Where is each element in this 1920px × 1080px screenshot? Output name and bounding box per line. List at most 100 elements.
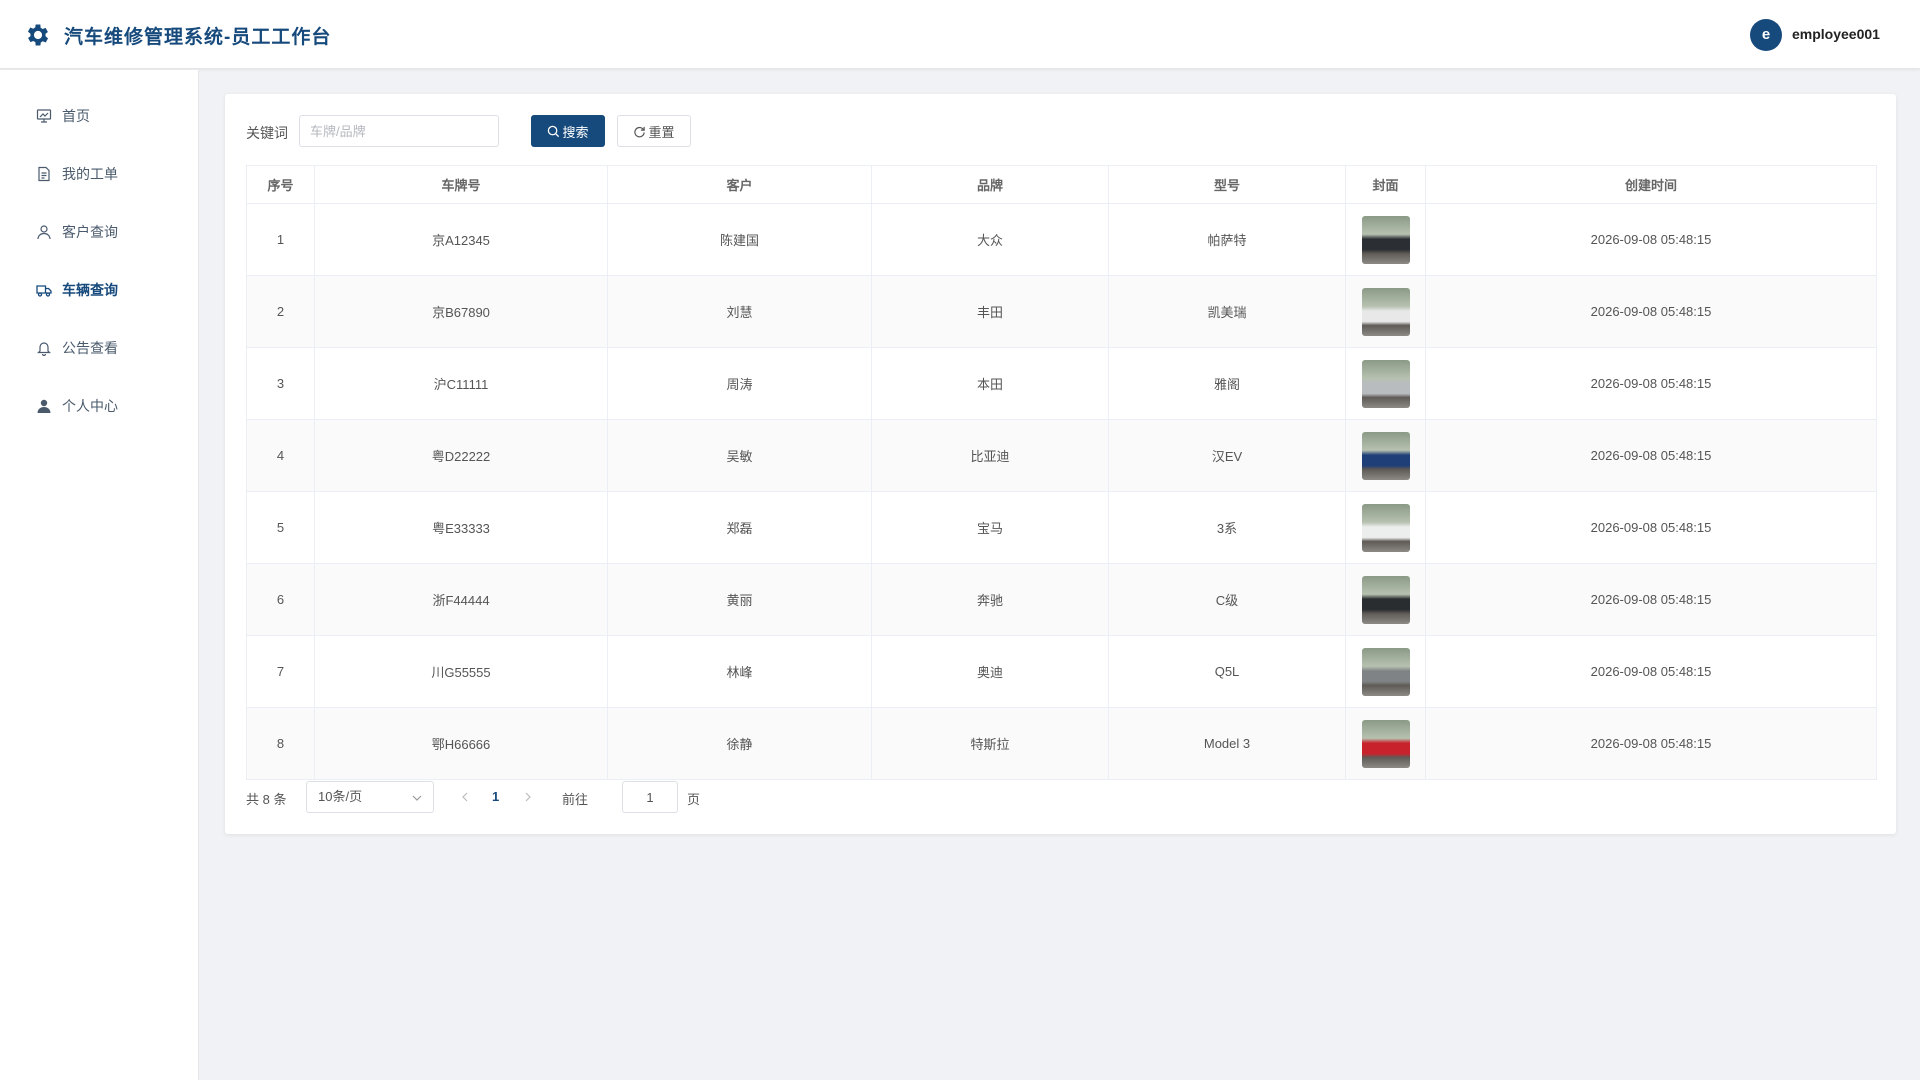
cell-model: 帕萨特 <box>1108 203 1346 276</box>
page-number-current[interactable]: 1 <box>492 789 499 804</box>
truck-icon <box>36 285 52 297</box>
cell-plate: 浙F44444 <box>314 563 608 636</box>
cell-brand: 特斯拉 <box>871 707 1109 780</box>
cell-index: 7 <box>246 635 315 708</box>
cell-created: 2026-09-08 05:48:15 <box>1425 419 1877 492</box>
goto-label: 前往 <box>562 792 589 807</box>
cell-brand: 奔驰 <box>871 563 1109 636</box>
sidebar-item-profile[interactable]: 个人中心 <box>0 386 199 426</box>
cell-model: 雅阁 <box>1108 347 1346 420</box>
table-row: 3 沪C11111 周涛 本田 雅阁 2026-09-08 05:48:15 <box>246 347 1877 420</box>
car-cover-image[interactable] <box>1361 287 1410 336</box>
cell-created: 2026-09-08 05:48:15 <box>1425 635 1877 708</box>
table-row: 7 川G55555 林峰 奥迪 Q5L 2026-09-08 05:48:15 <box>246 635 1877 708</box>
dashboard-icon <box>36 109 52 123</box>
keyword-input[interactable] <box>299 115 499 147</box>
cell-cover <box>1345 491 1426 564</box>
username[interactable]: employee001 <box>1792 26 1880 42</box>
cell-brand: 大众 <box>871 203 1109 276</box>
car-cover-image[interactable] <box>1361 647 1410 696</box>
car-cover-image[interactable] <box>1361 215 1410 264</box>
cell-brand: 奥迪 <box>871 635 1109 708</box>
sidebar-item-customers[interactable]: 客户查询 <box>0 212 199 252</box>
sidebar-item-label: 个人中心 <box>62 398 118 414</box>
person-icon <box>37 399 51 413</box>
sidebar-item-label: 公告查看 <box>62 340 118 356</box>
gear-icon <box>27 24 49 46</box>
sidebar-item-label: 车辆查询 <box>62 282 118 298</box>
bell-icon <box>37 342 51 356</box>
cell-customer: 陈建国 <box>607 203 872 276</box>
cell-cover <box>1345 419 1426 492</box>
sidebar-item-home[interactable]: 首页 <box>0 96 199 136</box>
cell-created: 2026-09-08 05:48:15 <box>1425 203 1877 276</box>
cell-plate: 鄂H66666 <box>314 707 608 780</box>
cell-customer: 周涛 <box>607 347 872 420</box>
car-cover-image[interactable] <box>1361 575 1410 624</box>
column-header-model: 型号 <box>1108 165 1346 204</box>
table-row: 1 京A12345 陈建国 大众 帕萨特 2026-09-08 05:48:15 <box>246 203 1877 276</box>
cell-cover <box>1345 203 1426 276</box>
column-header-created: 创建时间 <box>1425 165 1877 204</box>
column-header-cover: 封面 <box>1345 165 1426 204</box>
car-cover-image[interactable] <box>1361 503 1410 552</box>
table-row: 8 鄂H66666 徐静 特斯拉 Model 3 2026-09-08 05:48:15 <box>246 707 1877 780</box>
car-cover-image[interactable] <box>1361 359 1410 408</box>
chevron-left-icon[interactable] <box>459 791 471 803</box>
cell-brand: 宝马 <box>871 491 1109 564</box>
cell-customer: 黄丽 <box>607 563 872 636</box>
cell-plate: 京B67890 <box>314 275 608 348</box>
table-row: 2 京B67890 刘慧 丰田 凯美瑞 2026-09-08 05:48:15 <box>246 275 1877 348</box>
column-header-customer: 客户 <box>607 165 872 204</box>
cell-created: 2026-09-08 05:48:15 <box>1425 563 1877 636</box>
car-cover-image[interactable] <box>1361 431 1410 480</box>
cell-created: 2026-09-08 05:48:15 <box>1425 491 1877 564</box>
cell-cover <box>1345 275 1426 348</box>
sidebar-item-label: 客户查询 <box>62 224 118 240</box>
vehicle-list-card: 关键词 搜索 重置 序号 车牌号 客户 品牌 型号 封面 创建时间 <box>225 94 1896 834</box>
search-button-label: 搜索 <box>562 124 589 140</box>
search-icon <box>548 125 560 137</box>
table-row: 5 粤E33333 郑磊 宝马 3系 2026-09-08 05:48:15 <box>246 491 1877 564</box>
car-cover-image[interactable] <box>1361 719 1410 768</box>
chevron-right-icon[interactable] <box>522 791 534 803</box>
sidebar: 首页 我的工单 客户查询 车辆查询 公告查看 个人中心 <box>0 70 199 1080</box>
user-icon <box>37 225 51 240</box>
reset-button[interactable]: 重置 <box>617 115 691 147</box>
document-icon <box>38 166 50 182</box>
cell-model: 凯美瑞 <box>1108 275 1346 348</box>
cell-plate: 粤E33333 <box>314 491 608 564</box>
cell-created: 2026-09-08 05:48:15 <box>1425 707 1877 780</box>
avatar[interactable]: e <box>1750 19 1782 51</box>
page-size-select[interactable]: 10条/页 <box>306 781 434 813</box>
goto-page-input[interactable] <box>622 781 678 813</box>
goto-suffix: 页 <box>687 792 701 807</box>
cell-cover <box>1345 347 1426 420</box>
cell-index: 6 <box>246 563 315 636</box>
cell-customer: 吴敏 <box>607 419 872 492</box>
cell-cover <box>1345 563 1426 636</box>
cell-plate: 川G55555 <box>314 635 608 708</box>
reset-button-label: 重置 <box>648 124 675 140</box>
cell-model: Q5L <box>1108 635 1346 708</box>
sidebar-item-notices[interactable]: 公告查看 <box>0 328 199 368</box>
chevron-down-icon <box>412 795 422 801</box>
top-header: 汽车维修管理系统-员工工作台 e employee001 <box>0 0 1920 69</box>
cell-customer: 郑磊 <box>607 491 872 564</box>
sidebar-item-label: 首页 <box>62 108 90 124</box>
column-header-index: 序号 <box>246 165 315 204</box>
column-header-brand: 品牌 <box>871 165 1109 204</box>
vehicle-table: 序号 车牌号 客户 品牌 型号 封面 创建时间 1 京A12345 陈建国 大众 帕萨特… <box>246 165 1877 780</box>
cell-model: 汉EV <box>1108 419 1346 492</box>
app-title: 汽车维修管理系统-员工工作台 <box>64 27 332 48</box>
cell-brand: 比亚迪 <box>871 419 1109 492</box>
cell-cover <box>1345 635 1426 708</box>
cell-model: Model 3 <box>1108 707 1346 780</box>
total-count: 共 8 条 <box>246 792 287 807</box>
sidebar-item-my-orders[interactable]: 我的工单 <box>0 154 199 194</box>
cell-created: 2026-09-08 05:48:15 <box>1425 347 1877 420</box>
sidebar-item-vehicles[interactable]: 车辆查询 <box>0 270 199 310</box>
search-button[interactable]: 搜索 <box>531 115 605 147</box>
table-row: 4 粤D22222 吴敏 比亚迪 汉EV 2026-09-08 05:48:15 <box>246 419 1877 492</box>
table-row: 6 浙F44444 黄丽 奔驰 C级 2026-09-08 05:48:15 <box>246 563 1877 636</box>
